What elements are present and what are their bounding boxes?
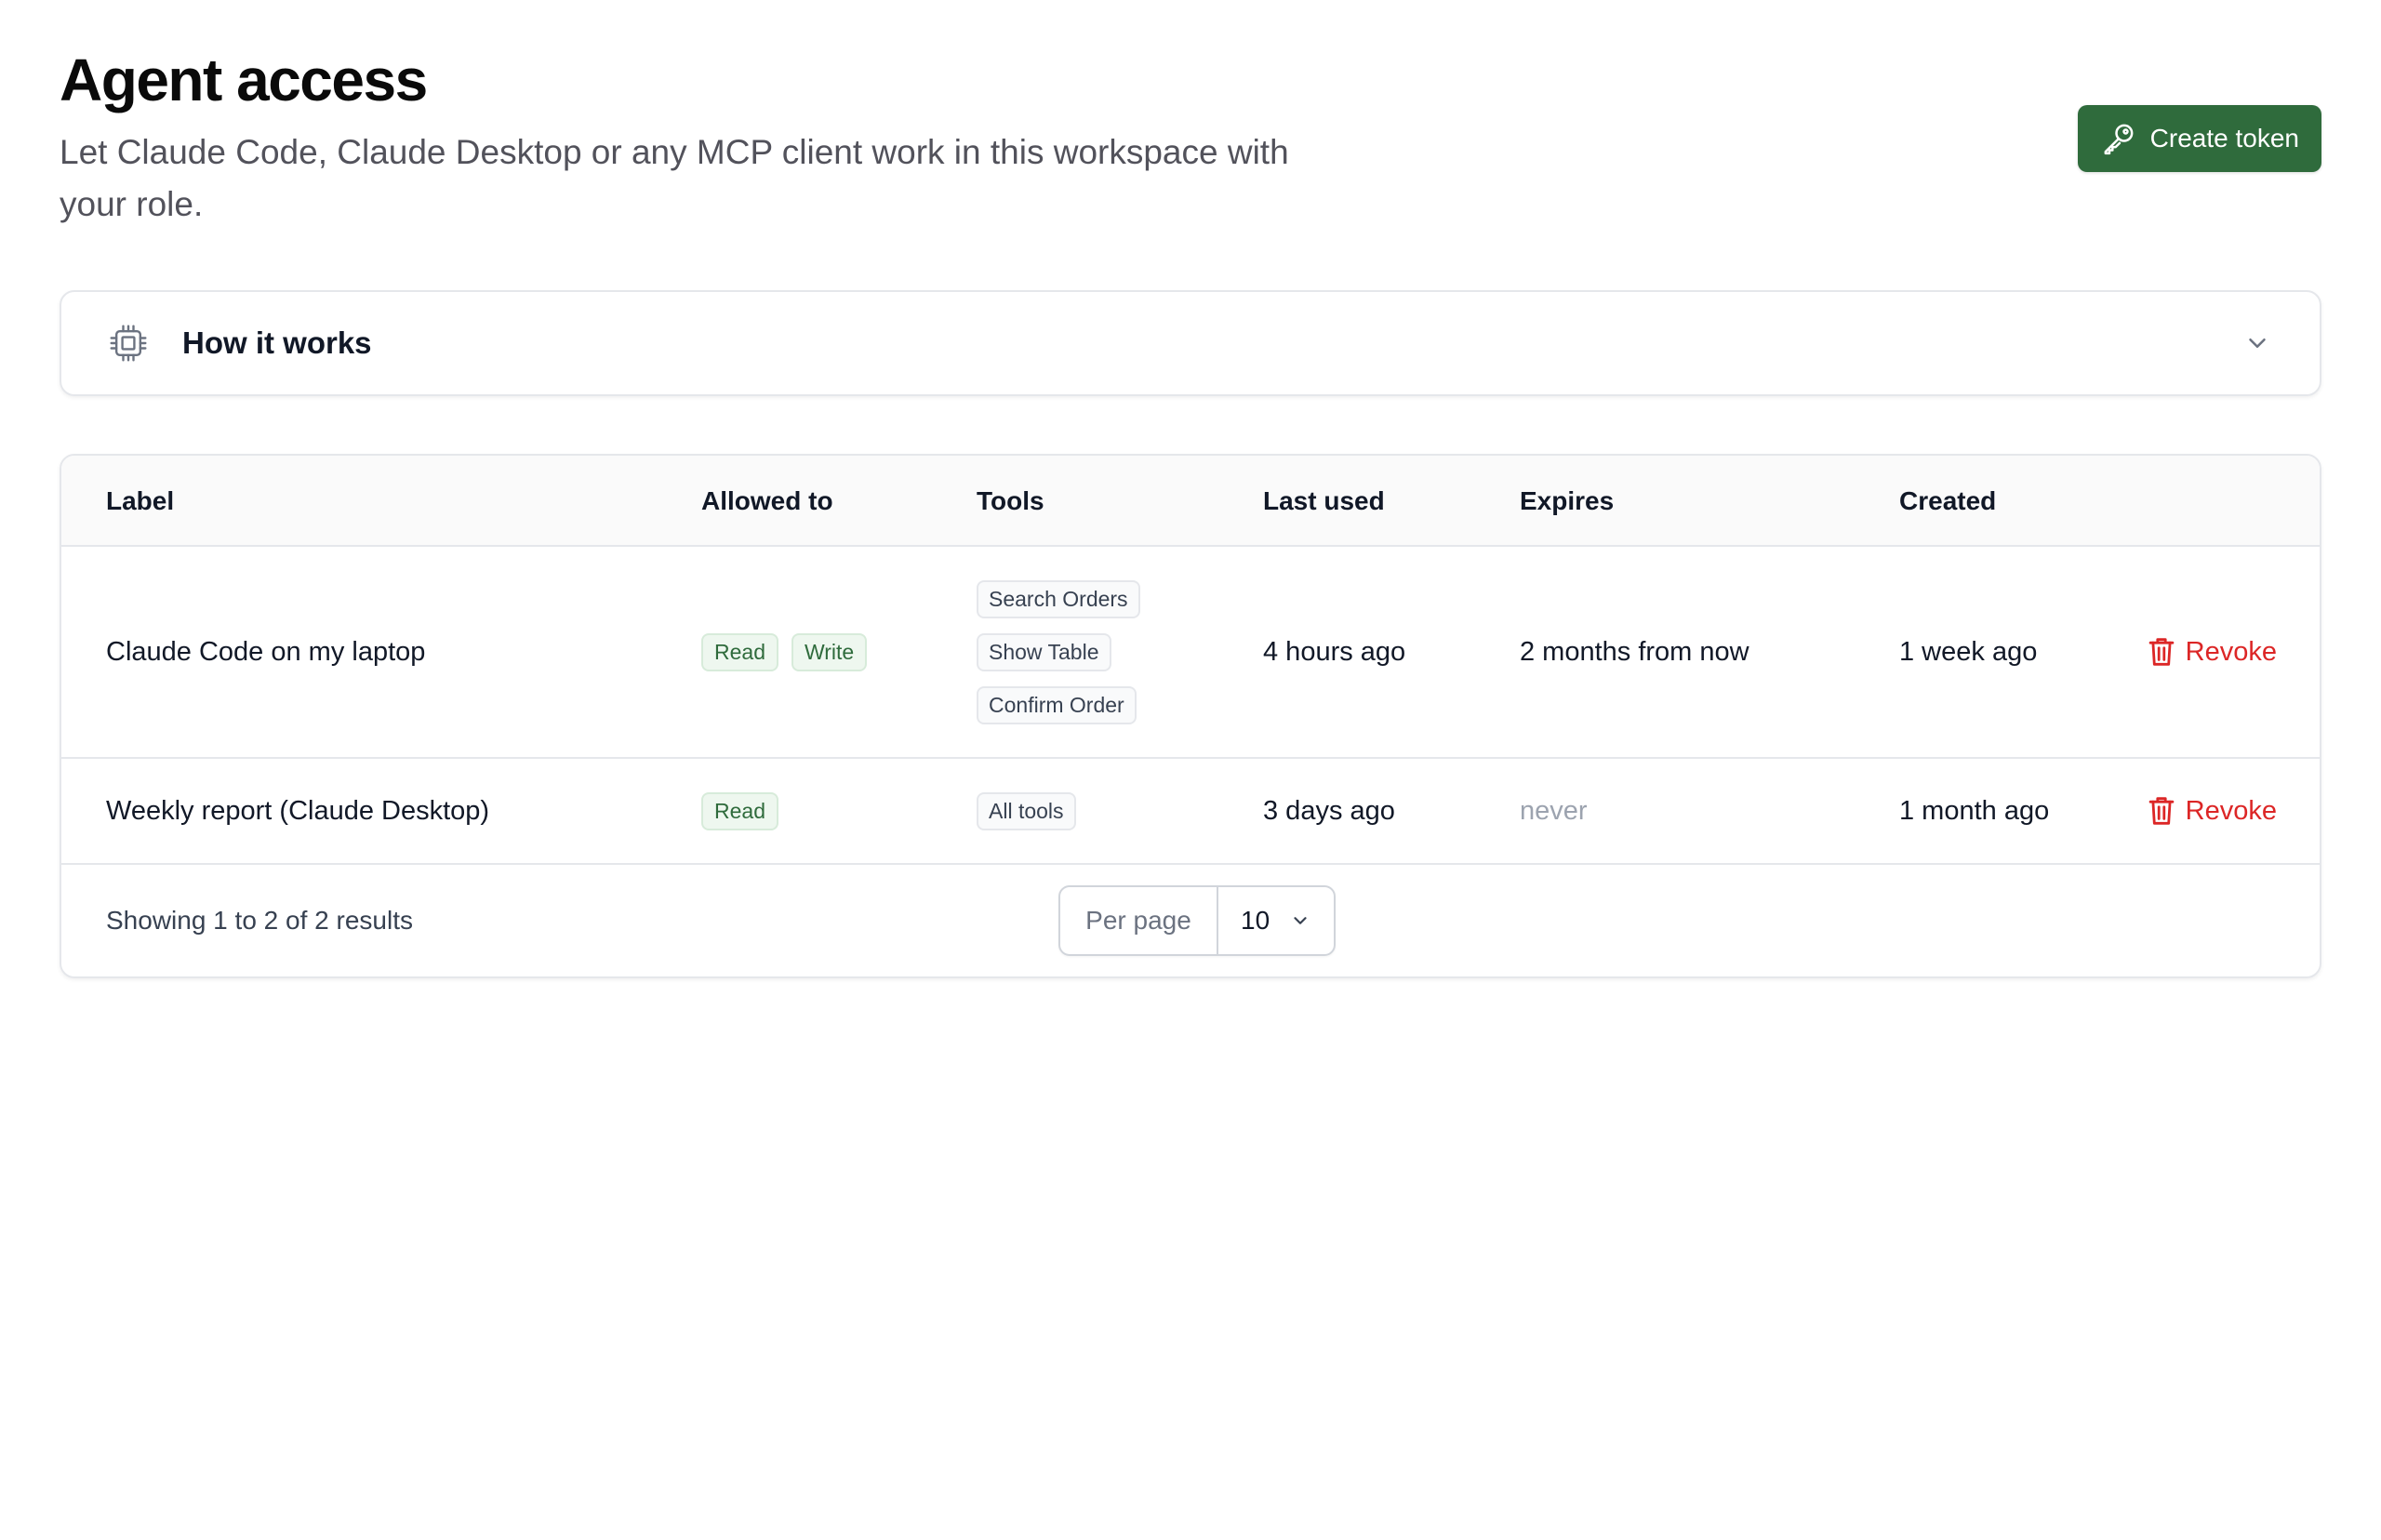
created: 1 month ago [1899, 795, 2050, 826]
tools-list: All tools [977, 759, 1076, 863]
table-footer: Showing 1 to 2 of 2 results Per page 10 [61, 865, 2320, 976]
tool-tag: All tools [977, 791, 1076, 830]
allowed-badges: Read [701, 759, 778, 863]
expires: never [1520, 795, 1588, 826]
token-label: Weekly report (Claude Desktop) [106, 795, 490, 826]
tokens-table: Label Allowed to Tools Last used Expires… [60, 454, 2321, 978]
last-used: 3 days ago [1263, 795, 1395, 826]
column-header-created: Created [1899, 486, 1997, 515]
revoke-label: Revoke [2185, 795, 2277, 826]
column-header-allowed: Allowed to [701, 486, 833, 515]
table-row: Weekly report (Claude Desktop) Read All … [61, 759, 2320, 865]
tool-tag: Search Orders [977, 579, 1140, 618]
tool-tag: Show Table [977, 632, 1111, 671]
column-header-tools: Tools [977, 486, 1044, 515]
page-title: Agent access [60, 46, 428, 113]
tool-tag: Confirm Order [977, 685, 1137, 724]
agent-access-page: Agent access Let Claude Code, Claude Des… [0, 0, 2381, 1540]
trash-icon [2148, 637, 2175, 667]
chip-icon [108, 323, 149, 364]
results-summary: Showing 1 to 2 of 2 results [106, 906, 413, 935]
column-header-label: Label [106, 486, 175, 515]
revoke-label: Revoke [2185, 636, 2277, 667]
table-row: Claude Code on my laptop Read Write Sear… [61, 547, 2320, 759]
chevron-down-icon [1290, 910, 1310, 931]
table-header: Label Allowed to Tools Last used Expires… [61, 456, 2320, 547]
column-header-expires: Expires [1520, 486, 1615, 515]
last-used: 4 hours ago [1263, 636, 1406, 667]
token-label: Claude Code on my laptop [106, 636, 426, 667]
per-page-label: Per page [1060, 887, 1218, 954]
create-token-label: Create token [2149, 124, 2299, 153]
tools-list: Search Orders Show Table Confirm Order [977, 547, 1140, 757]
how-it-works-panel[interactable]: How it works [60, 290, 2321, 396]
allowed-badges: Read Write [701, 547, 868, 757]
revoke-button[interactable]: Revoke [2148, 547, 2277, 757]
chevron-down-icon[interactable] [2243, 329, 2271, 357]
page-header: Agent access Let Claude Code, Claude Des… [60, 0, 2321, 290]
revoke-button[interactable]: Revoke [2148, 759, 2277, 863]
key-icon [2100, 120, 2137, 157]
how-it-works-title: How it works [182, 325, 372, 360]
permission-badge: Read [701, 632, 778, 671]
permission-badge: Read [701, 791, 778, 830]
permission-badge: Write [791, 632, 868, 671]
expires: 2 months from now [1520, 636, 1749, 667]
create-token-button[interactable]: Create token [2077, 105, 2321, 172]
trash-icon [2148, 796, 2175, 826]
per-page-select[interactable]: 10 [1218, 887, 1334, 954]
column-header-last-used: Last used [1263, 486, 1385, 515]
page-subtitle: Let Claude Code, Claude Desktop or any M… [60, 133, 1289, 223]
per-page-control: Per page 10 [1058, 885, 1336, 956]
per-page-value: 10 [1241, 906, 1270, 935]
created: 1 week ago [1899, 636, 2038, 667]
